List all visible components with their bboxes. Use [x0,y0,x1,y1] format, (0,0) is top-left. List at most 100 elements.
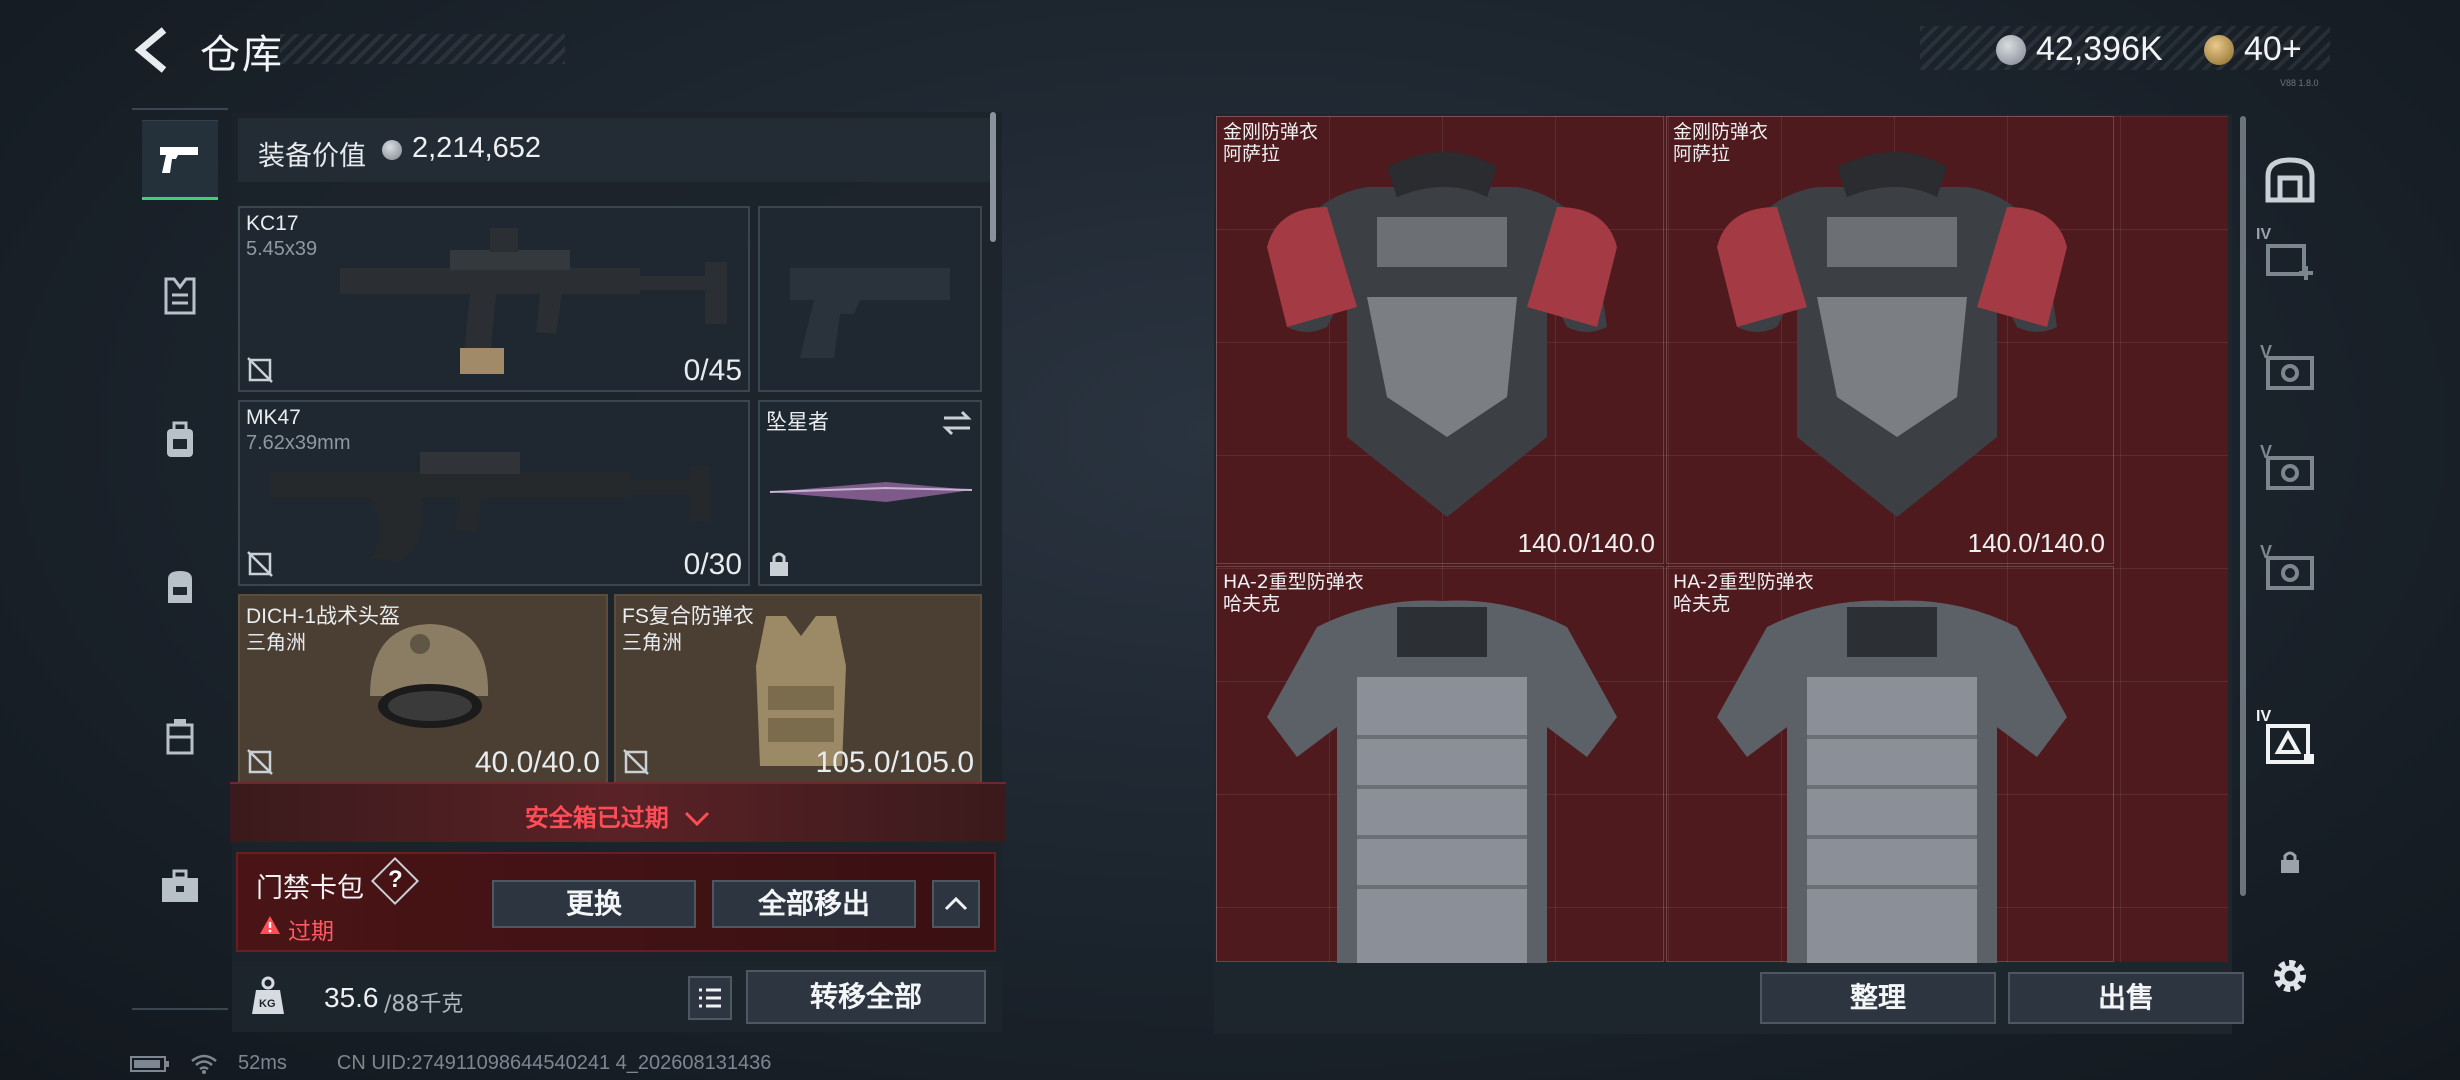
equipment-value-label: 装备价值 [258,141,366,172]
rifle-mk47-image [270,452,710,562]
coin-icon [382,140,402,160]
uid-text: CN UID:274911098644540241 4_202608131436 [336,1052,772,1074]
wifi-icon [191,1054,217,1074]
stash-tabs: IV V V V IV [2250,114,2330,1034]
weapon-caliber: 5.45x39 [246,238,318,260]
slot-armor[interactable]: FS复合防弹衣 三角洲 105.0/105.0 [614,594,982,784]
version-tag: V88 1.8.0 [2280,78,2319,88]
sell-button[interactable]: 出售 [2008,972,2244,1024]
not-insured-icon [247,551,273,577]
coin-value: 42,396K [2036,30,2163,68]
stash-tab-v1[interactable]: V [2254,336,2326,408]
stash-tab-v3[interactable]: V [2254,536,2326,608]
rail-item-vest[interactable] [142,258,218,334]
ha2-armor-image [1267,600,1617,963]
coin-balance[interactable]: 42,396K [1996,30,2163,69]
ammo-count: 0/30 [683,548,742,581]
back-arrow-icon [134,27,167,73]
stash-item[interactable]: 金刚防弹衣 阿萨拉 140.0/140.0 [1666,116,2114,564]
helmet-durability: 40.0/40.0 [474,746,600,779]
weight-icon: KG [250,976,286,1016]
stash-tab-iv-active[interactable]: IV [2254,706,2326,778]
list-icon [699,988,721,1008]
stash-iv-active-icon [2266,724,2314,764]
ticket-value: 40+ [2244,30,2302,68]
stash-item[interactable]: HA-2重型防弹衣 哈夫克 [1666,566,2114,963]
blade-image [769,482,973,502]
safe-box-expired-text: 安全箱已过期 [230,798,1006,833]
armor-stash-icon [2265,157,2315,203]
equipment-scrollbar[interactable] [990,112,996,242]
weight-max: /88千克 [384,992,464,1017]
safe-box-banner[interactable]: 安全箱已过期 [230,782,1006,842]
title-decoration [280,34,565,64]
ticket-balance[interactable]: 40+ [2204,30,2302,69]
rail-item-toolbox[interactable] [142,848,218,924]
ping-value: 52ms [238,1052,287,1074]
slot-helmet[interactable]: DICH-1战术头盔 三角洲 40.0/40.0 [238,594,608,784]
toolbox-icon [162,869,198,902]
rail-item-backpack[interactable] [142,548,218,624]
access-card-pack: 门禁卡包 ? 过期 更换 全部移出 [236,852,996,952]
pistol-icon [160,147,198,173]
melee-name: 坠星者 [766,411,829,434]
rail-item-chest-rig[interactable] [142,402,218,478]
stash-item[interactable]: 金刚防弹衣 阿萨拉 140.0/140.0 [1216,116,1664,564]
armor-durability: 105.0/105.0 [815,746,974,779]
not-insured-icon [623,749,649,775]
item-durability: 140.0/140.0 [1967,528,2105,558]
settings-button[interactable] [2254,940,2326,1012]
back-button[interactable] [130,24,182,76]
card-pack-title: 门禁卡包 [256,873,364,904]
stash-tab-v2[interactable]: V [2254,436,2326,508]
item-durability: 140.0/140.0 [1517,528,1655,558]
stash-grid[interactable]: 金刚防弹衣 阿萨拉 140.0/140.0 金刚防弹衣 阿萨拉 140.0/14… [1216,116,2228,963]
sort-button[interactable]: 整理 [1760,972,1996,1024]
slot-primary-weapon[interactable]: KC17 5.45x39 0/45 [238,206,750,392]
stash-scrollbar[interactable] [2240,116,2246,896]
helmet-faction: 三角洲 [246,632,306,654]
ha2-armor-image [1717,600,2067,963]
slot-melee[interactable]: 坠星者 [758,400,982,586]
backpack-small-icon [167,421,193,457]
tab-label: IV [2256,226,2272,243]
category-rail [132,108,228,1010]
kg-label: KG [259,998,276,1010]
swap-icon[interactable] [940,408,974,438]
heavy-armor-red-image [1717,152,2067,517]
tab-label: V [2260,342,2273,362]
rail-item-safe-case[interactable] [142,698,218,774]
battery-icon [130,1055,169,1072]
equipment-value-bar: 装备价值 2,214,652 [238,118,990,182]
stash-tab-armor[interactable] [2254,144,2326,216]
weight-current: 35.6 [324,982,379,1013]
help-icon: ? [388,866,403,893]
stash-item[interactable]: HA-2重型防弹衣 哈夫克 [1216,566,1664,963]
slot-secondary-weapon[interactable]: MK47 7.62x39mm 0/30 [238,400,750,586]
list-view-button[interactable] [688,976,732,1020]
lock-icon [770,552,788,576]
not-insured-icon [247,357,273,383]
transfer-all-button[interactable]: 转移全部 [746,970,986,1024]
coin-icon [1996,34,2026,65]
heavy-armor-red-image [1267,152,1617,517]
equipment-value: 2,214,652 [412,132,542,164]
page-title: 仓库 [200,32,284,78]
chevron-up-icon [944,896,968,911]
replace-button[interactable]: 更换 [492,880,696,928]
backpack-icon [168,571,192,603]
card-pack-status: 过期 [288,919,334,945]
ticket-icon [2204,34,2234,65]
rail-item-firearms[interactable] [142,120,218,200]
stash-tab-add[interactable]: IV [2254,224,2326,296]
stash-tab-locked[interactable] [2254,826,2326,898]
tab-label: V [2260,442,2273,462]
inventory-footer: KG 35.6 /88千克 转移全部 [232,962,1002,1032]
weapon-name: KC17 [246,212,299,235]
slot-pistol-empty[interactable] [758,206,982,392]
remove-all-button[interactable]: 全部移出 [712,880,916,928]
collapse-button[interactable] [932,880,980,928]
status-bar: 52ms CN UID:274911098644540241 4_2026081… [130,1052,771,1075]
case-icon [166,719,194,755]
not-insured-icon [247,749,273,775]
